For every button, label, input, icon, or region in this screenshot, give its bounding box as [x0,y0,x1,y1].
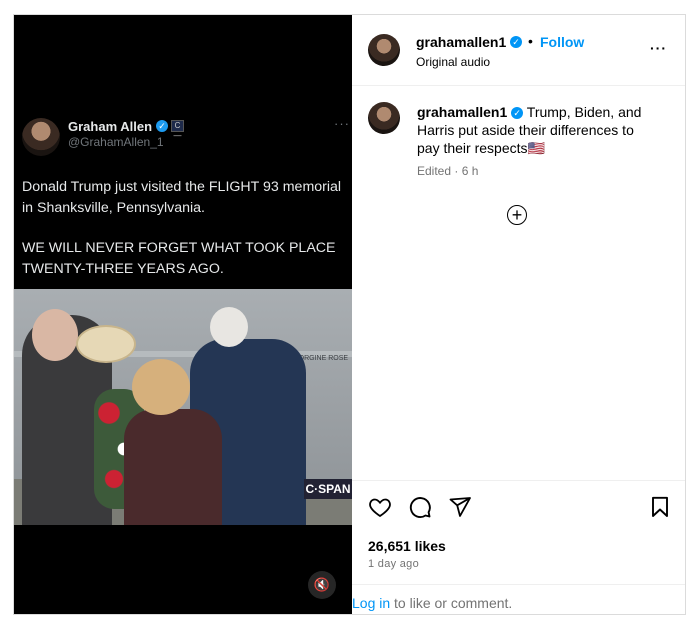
tweet-screenshot: Graham Allen ✓ C— @GrahamAllen_1 ··· Don… [14,115,352,290]
tweet-paragraph-2: WE WILL NEVER FORGET WHAT TOOK PLACE TWE… [22,240,336,277]
verified-icon: ✓ [510,36,522,48]
photo-woman-head [132,359,190,415]
original-audio-link[interactable]: Original audio [416,55,490,69]
follow-button[interactable]: Follow [540,34,584,50]
memorial-photo: EORGINE ROSE C·SPAN [14,289,352,525]
tweet-avatar [22,118,60,156]
login-link[interactable]: Log in [352,595,390,611]
photo-woman [124,409,222,525]
cspan-watermark: C·SPAN [304,479,352,499]
post-dialog: Graham Allen ✓ C— @GrahamAllen_1 ··· Don… [13,14,686,615]
caption-username[interactable]: grahamallen1 [417,104,507,120]
post-timestamp[interactable]: 1 day ago [368,558,419,570]
post-actions: 26,651 likes 1 day ago [352,480,685,601]
login-prompt: Log in to like or comment. [352,595,512,611]
photo-person-left-head [32,309,78,361]
comment-bubble-icon[interactable] [408,495,432,519]
save-bookmark-icon[interactable] [648,495,672,519]
post-caption: grahamallen1 ✓ Trump, Biden, and Harris … [417,103,657,157]
like-count[interactable]: 26,651 likes [368,538,446,554]
tweet-paragraph-1: Donald Trump just visited the FLIGHT 93 … [22,179,342,216]
author-username[interactable]: grahamallen1 [416,34,506,50]
post-media[interactable]: Graham Allen ✓ C— @GrahamAllen_1 ··· Don… [14,15,352,614]
login-bar: Log in to like or comment. [352,584,685,615]
tweet-verified-icon: ✓ [156,120,168,132]
caption-meta: Edited · 6 h [417,164,479,178]
tweet-more-icon: ··· [334,116,350,131]
more-options-icon[interactable]: ··· [650,40,667,56]
login-prompt-text: to like or comment. [390,595,513,611]
tweet-affiliate-badge-icon: C— [171,120,184,140]
share-paper-plane-icon[interactable] [448,495,472,519]
post-details-panel: grahamallen1 ✓ • Follow Original audio ·… [352,15,685,614]
separator-dot: • [528,33,533,49]
load-more-comments-icon[interactable]: + [507,205,527,225]
caption-avatar[interactable] [368,102,400,134]
photo-straw-hat [76,325,136,363]
muted-speaker-icon[interactable]: 🔇 [308,571,336,599]
photo-person-head [210,307,248,347]
tweet-author-name: Graham Allen [68,119,153,134]
caption-verified-icon: ✓ [511,107,524,119]
like-heart-icon[interactable] [368,495,392,519]
author-avatar[interactable] [368,34,400,66]
tweet-author-handle: @GrahamAllen_1 [68,135,164,149]
tweet-body: Donald Trump just visited the FLIGHT 93 … [22,177,342,279]
post-header: grahamallen1 ✓ • Follow Original audio ·… [352,15,685,86]
